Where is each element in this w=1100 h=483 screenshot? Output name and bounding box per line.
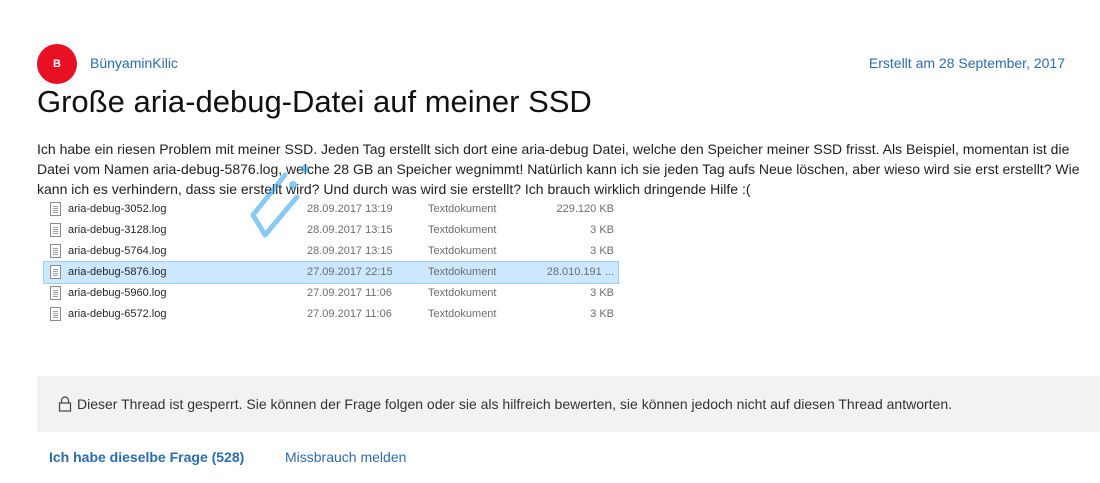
- locked-thread-banner: Dieser Thread ist gesperrt. Sie können d…: [37, 376, 1100, 432]
- file-row: aria-debug-5764.log 28.09.2017 13:15 Textd…: [44, 241, 618, 262]
- file-row: aria-debug-3052.log 28.09.2017 13:19 Textd…: [44, 199, 618, 220]
- file-type: Textdokument: [428, 203, 497, 215]
- file-size: 229.120 KB: [556, 203, 615, 215]
- file-row: aria-debug-3128.log 28.09.2017 13:15 Textd…: [44, 220, 618, 241]
- text-file-icon: [50, 265, 61, 279]
- author-row: B BünyaminKilic Erstellt am 28 September…: [37, 44, 1067, 84]
- file-name: aria-debug-6572.log: [68, 308, 167, 320]
- text-file-icon: [50, 244, 61, 258]
- question-body: Ich habe ein riesen Problem mit meiner S…: [37, 141, 1080, 197]
- created-date: Erstellt am 28 September, 2017: [868, 55, 1065, 71]
- author-name-link[interactable]: BünyaminKilic: [90, 55, 178, 71]
- file-date: 27.09.2017 22:15: [307, 266, 393, 278]
- file-name: aria-debug-5876.log: [68, 266, 167, 278]
- text-file-icon: [50, 202, 61, 216]
- text-file-icon: [50, 307, 61, 321]
- text-file-icon: [50, 286, 61, 300]
- file-name: aria-debug-5764.log: [68, 245, 167, 257]
- lock-icon: [58, 396, 72, 412]
- file-name: aria-debug-3052.log: [68, 203, 167, 215]
- report-abuse-link[interactable]: Missbrauch melden: [285, 449, 406, 465]
- file-date: 27.09.2017 11:06: [307, 287, 392, 299]
- file-row: aria-debug-5876.log 27.09.2017 22:15 Textd…: [43, 261, 619, 284]
- file-date: 28.09.2017 13:19: [307, 203, 393, 215]
- action-row: Ich habe dieselbe Frage (528) Missbrauch…: [49, 449, 406, 465]
- file-type: Textdokument: [428, 266, 497, 278]
- file-type: Textdokument: [428, 287, 497, 299]
- file-type: Textdokument: [428, 308, 497, 320]
- file-type: Textdokument: [428, 245, 497, 257]
- locked-thread-message: Dieser Thread ist gesperrt. Sie können d…: [77, 396, 952, 412]
- file-date: 27.09.2017 11:06: [307, 308, 392, 320]
- file-name: aria-debug-3128.log: [68, 224, 167, 236]
- file-date: 28.09.2017 13:15: [307, 224, 393, 236]
- file-date: 28.09.2017 13:15: [307, 245, 393, 257]
- avatar[interactable]: B: [37, 44, 77, 84]
- page-title: Große aria-debug-Datei auf meiner SSD: [37, 84, 592, 119]
- file-size: 3 KB: [590, 224, 614, 236]
- file-row: aria-debug-6572.log 27.09.2017 11:06 Textd…: [44, 304, 618, 325]
- file-list-screenshot: aria-debug-3052.log 28.09.2017 13:19 Textd…: [43, 199, 619, 325]
- text-file-icon: [50, 223, 61, 237]
- same-question-button[interactable]: Ich habe dieselbe Frage (528): [49, 449, 244, 465]
- file-row: aria-debug-5960.log 27.09.2017 11:06 Textd…: [44, 283, 618, 304]
- file-type: Textdokument: [428, 224, 497, 236]
- file-name: aria-debug-5960.log: [68, 287, 167, 299]
- file-size: 3 KB: [590, 287, 614, 299]
- file-size: 3 KB: [590, 245, 614, 257]
- file-size: 28.010.191 ...: [546, 266, 614, 278]
- file-size: 3 KB: [590, 308, 614, 320]
